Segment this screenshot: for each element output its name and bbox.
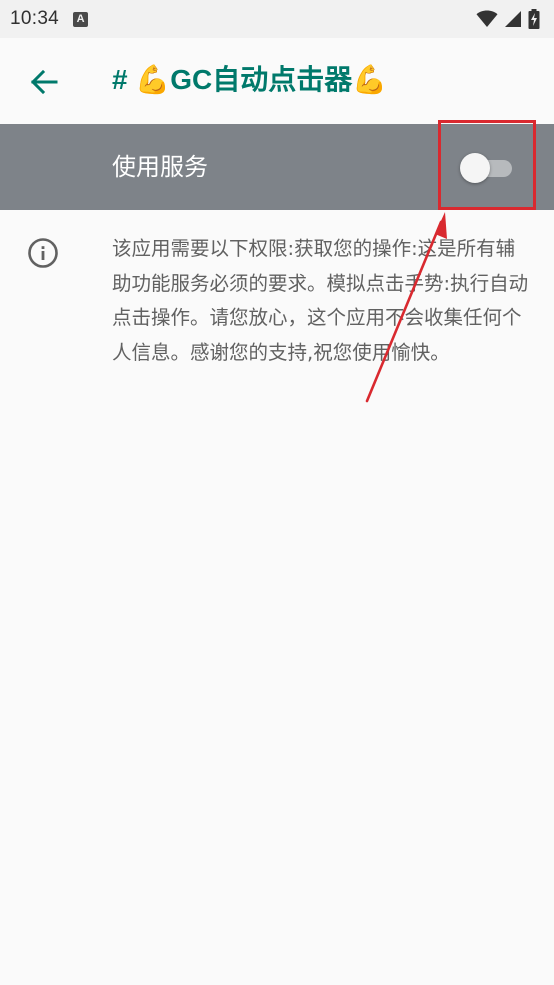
page-title: # 💪GC自动点击器💪 bbox=[112, 64, 388, 95]
service-switch-label: 使用服务 bbox=[112, 153, 208, 181]
arrow-back-icon bbox=[30, 70, 58, 94]
a-icon: A bbox=[73, 11, 89, 27]
status-bar: 10:34 A bbox=[0, 0, 554, 38]
battery-charging-icon bbox=[528, 9, 540, 29]
wifi-icon bbox=[476, 10, 498, 27]
status-time: 10:34 bbox=[10, 8, 60, 29]
back-button[interactable] bbox=[20, 62, 68, 102]
status-icons bbox=[476, 9, 540, 29]
permission-description: 该应用需要以下权限:获取您的操作:这是所有辅助功能服务必须的要求。模拟点击手势:… bbox=[112, 237, 529, 364]
app-bar: # 💪GC自动点击器💪 bbox=[0, 38, 554, 124]
signal-icon bbox=[505, 11, 521, 27]
highlight-box bbox=[438, 120, 536, 210]
info-icon bbox=[28, 238, 58, 268]
